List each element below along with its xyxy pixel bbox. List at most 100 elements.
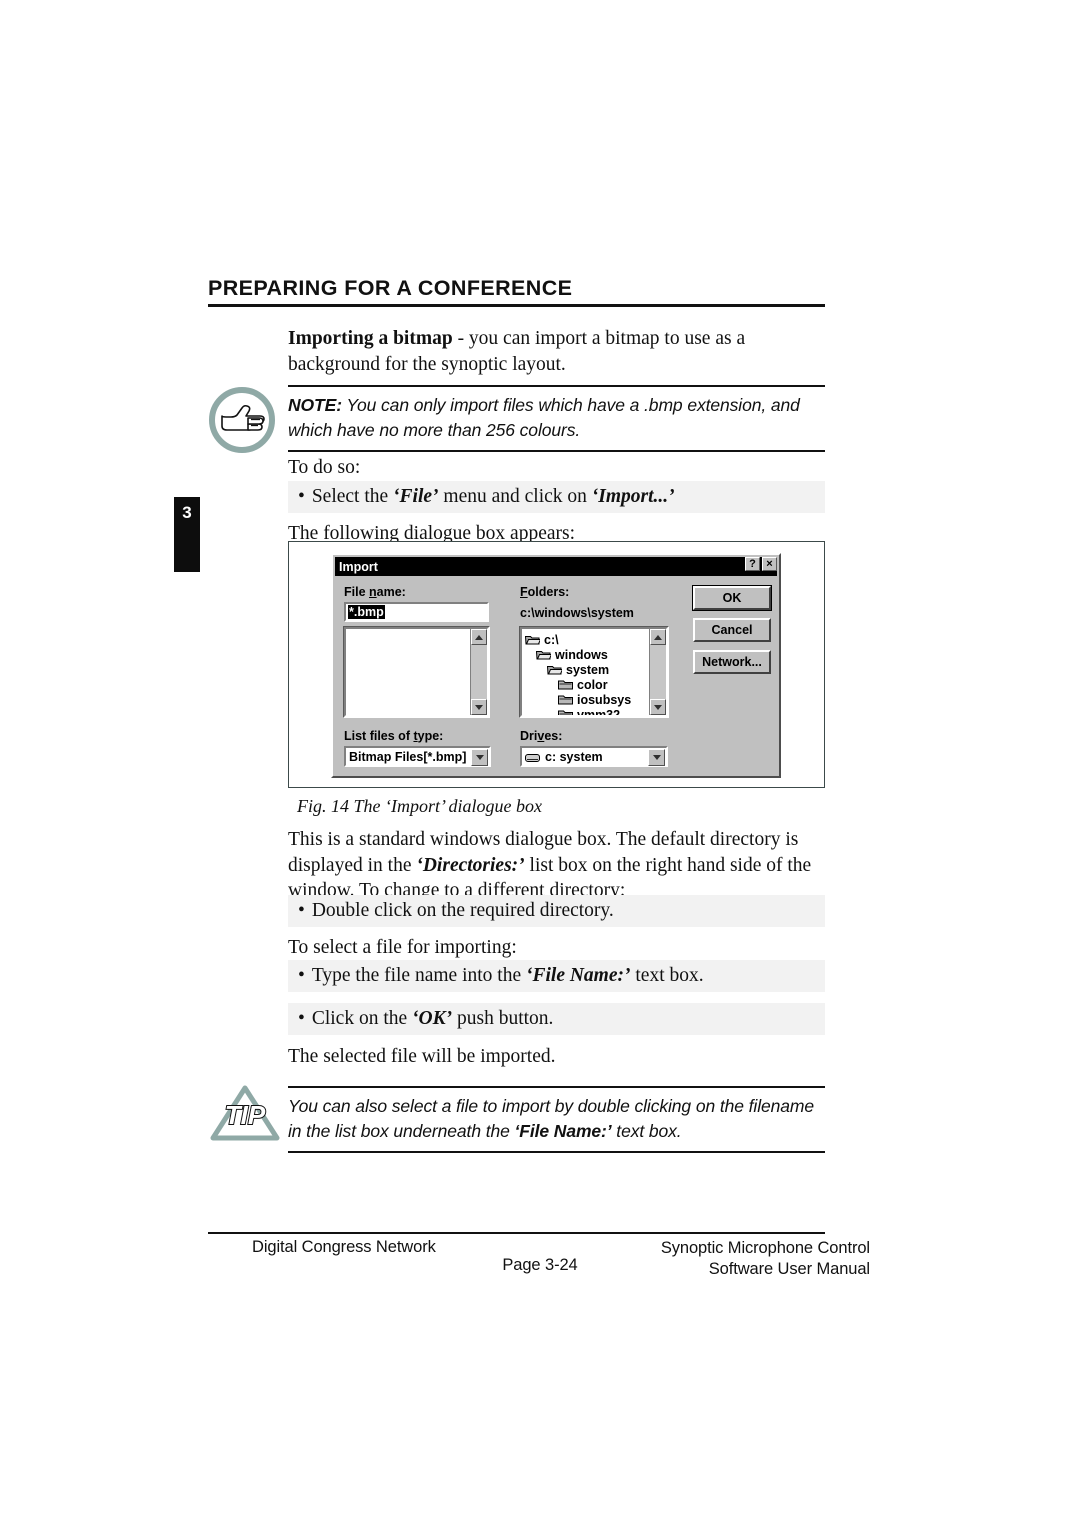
- folder-tree-item-label: windows: [555, 647, 608, 662]
- bullet-emphasis-import: ‘Import...’: [591, 486, 675, 507]
- bullet-text-mid: menu and click on: [438, 486, 592, 507]
- bullet-text: Double click on the required directory.: [311, 900, 614, 921]
- heading-rule: [208, 304, 825, 307]
- folder-tree-scrollbar[interactable]: [649, 629, 666, 715]
- folder-open-icon: [524, 634, 542, 645]
- pointing-hand-icon: [208, 386, 276, 454]
- bullet-dot: •: [298, 1008, 305, 1029]
- drives-value: c: system: [545, 749, 603, 764]
- intro-lead: Importing a bitmap: [288, 328, 453, 349]
- drives-label-pre: Dri: [520, 729, 538, 743]
- folder-closed-icon: [558, 679, 573, 690]
- tip-emphasis-file-name: ‘File Name:’: [514, 1121, 612, 1141]
- chevron-down-icon[interactable]: [471, 749, 488, 766]
- tip-triangle-icon: TIP: [208, 1082, 282, 1144]
- drives-label: Drives:: [520, 729, 562, 743]
- ok-button[interactable]: OK: [692, 585, 772, 611]
- bullet-dot: •: [298, 486, 305, 507]
- file-list-scrollbar[interactable]: [470, 629, 487, 715]
- drives-label-post: es:: [544, 729, 563, 743]
- scroll-up-arrow-icon[interactable]: [471, 629, 487, 645]
- folder-tree-item-label: vmm32: [577, 707, 621, 717]
- bullet-text-pre: Select the: [311, 486, 394, 507]
- close-button[interactable]: ×: [762, 557, 777, 571]
- note-callout: NOTE: You can only import files which ha…: [288, 385, 825, 452]
- note-label: NOTE:: [288, 395, 342, 415]
- bullet-double-click-directory: • Double click on the required directory.: [288, 895, 825, 927]
- bullet-text-pre: Click on the: [311, 1008, 413, 1029]
- folder-tree-item-label: iosubsys: [577, 692, 632, 707]
- bullet-text-pre: Type the file name into the: [311, 965, 526, 986]
- dialog-titlebar: Import: [335, 557, 777, 576]
- bullet-dot: •: [298, 900, 305, 921]
- folders-label-pre: F: [520, 585, 528, 599]
- document-page: 3 PREPARING FOR A CONFERENCE Importing a…: [0, 0, 1080, 1528]
- bullet-text-post: push button.: [452, 1008, 554, 1029]
- folder-tree-item-label: color: [577, 677, 608, 692]
- folder-tree-item[interactable]: c:\: [524, 632, 666, 647]
- drives-dropdown[interactable]: c: system: [520, 746, 668, 767]
- selected-imported-line: The selected file will be imported.: [288, 1044, 825, 1070]
- bullet-dot: •: [298, 965, 305, 986]
- file-list-box[interactable]: [344, 627, 489, 717]
- file-name-label: File name:: [344, 585, 406, 599]
- cancel-button[interactable]: Cancel: [693, 618, 771, 642]
- bullet-text-post: text box.: [630, 965, 704, 986]
- standard-dialogue-paragraph: This is a standard windows dialogue box.…: [288, 827, 825, 904]
- current-directory-path: c:\windows\system: [520, 606, 634, 620]
- figure-caption: Fig. 14 The ‘Import’ dialogue box: [297, 796, 542, 816]
- scroll-up-arrow-icon[interactable]: [650, 629, 666, 645]
- bullet-click-ok: • Click on the ‘OK’ push button.: [288, 1003, 825, 1035]
- footer-left-text: Digital Congress Network: [252, 1238, 436, 1256]
- titlebar-button-group: ? ×: [745, 557, 777, 571]
- list-files-label-pre: List files of: [344, 729, 414, 743]
- note-text: You can only import files which have a .…: [288, 395, 800, 440]
- svg-text:TIP: TIP: [225, 1100, 266, 1130]
- folder-tree-item[interactable]: iosubsys: [525, 692, 666, 707]
- list-files-of-type-label: List files of type:: [344, 729, 443, 743]
- folder-tree-item[interactable]: color: [525, 677, 666, 692]
- help-button[interactable]: ?: [745, 557, 760, 571]
- folder-closed-icon: [558, 709, 573, 715]
- tip-callout: You can also select a file to import by …: [288, 1086, 825, 1153]
- folders-label: Folders:: [520, 585, 569, 599]
- footer-right-line1: Synoptic Microphone Control: [660, 1239, 870, 1257]
- file-name-label-pre: File: [344, 585, 370, 599]
- dialog-title: Import: [339, 559, 378, 574]
- file-name-label-post: ame:: [376, 585, 406, 599]
- scroll-down-arrow-icon[interactable]: [471, 699, 487, 715]
- select-file-intro: To select a file for importing:: [288, 935, 825, 961]
- folder-open-icon: [535, 649, 553, 660]
- todo-intro-text: To do so:: [288, 457, 361, 478]
- chevron-down-icon[interactable]: [648, 749, 665, 766]
- drive-icon: [525, 752, 540, 762]
- import-dialog-window: Import ? × File name: *.bmp List files o…: [331, 553, 781, 778]
- todo-intro: To do so:: [288, 455, 825, 481]
- intro-paragraph: Importing a bitmap - you can import a bi…: [288, 326, 825, 377]
- folder-tree-item[interactable]: system: [525, 662, 666, 677]
- folder-tree-item[interactable]: vmm32: [525, 707, 666, 717]
- selected-imported-text: The selected file will be imported.: [288, 1046, 556, 1067]
- folder-closed-icon: [558, 694, 573, 705]
- file-name-label-accel: n: [369, 585, 377, 599]
- scroll-down-arrow-icon[interactable]: [650, 699, 666, 715]
- figure-frame: Import ? × File name: *.bmp List files o…: [288, 541, 825, 788]
- folder-tree-item-label: system: [566, 662, 610, 677]
- page-title: PREPARING FOR A CONFERENCE: [208, 276, 573, 300]
- list-files-of-type-dropdown[interactable]: Bitmap Files[*.bmp]: [344, 746, 491, 767]
- file-name-value: *.bmp: [348, 605, 385, 619]
- footer-rule: [208, 1232, 825, 1234]
- folder-tree-list[interactable]: c:\ windows system color iosubsys vmm32: [520, 627, 668, 717]
- tip-text-post: text box.: [611, 1121, 682, 1141]
- file-name-input[interactable]: *.bmp: [344, 602, 489, 622]
- network-button[interactable]: Network...: [693, 650, 771, 674]
- footer-right-line2: Software User Manual: [708, 1260, 870, 1278]
- folder-tree-item-label: c:\: [544, 632, 559, 647]
- folder-tree-item[interactable]: windows: [525, 647, 666, 662]
- select-file-intro-text: To select a file for importing:: [288, 937, 517, 958]
- bullet-emphasis-ok: ‘OK’: [412, 1008, 453, 1029]
- bullet-emphasis-file-name: ‘File Name:’: [525, 965, 631, 986]
- folder-open-icon: [546, 664, 564, 675]
- bullet-select-file-menu: • Select the ‘File’ menu and click on ‘Im…: [288, 481, 825, 513]
- folders-label-post: lders:: [535, 585, 570, 599]
